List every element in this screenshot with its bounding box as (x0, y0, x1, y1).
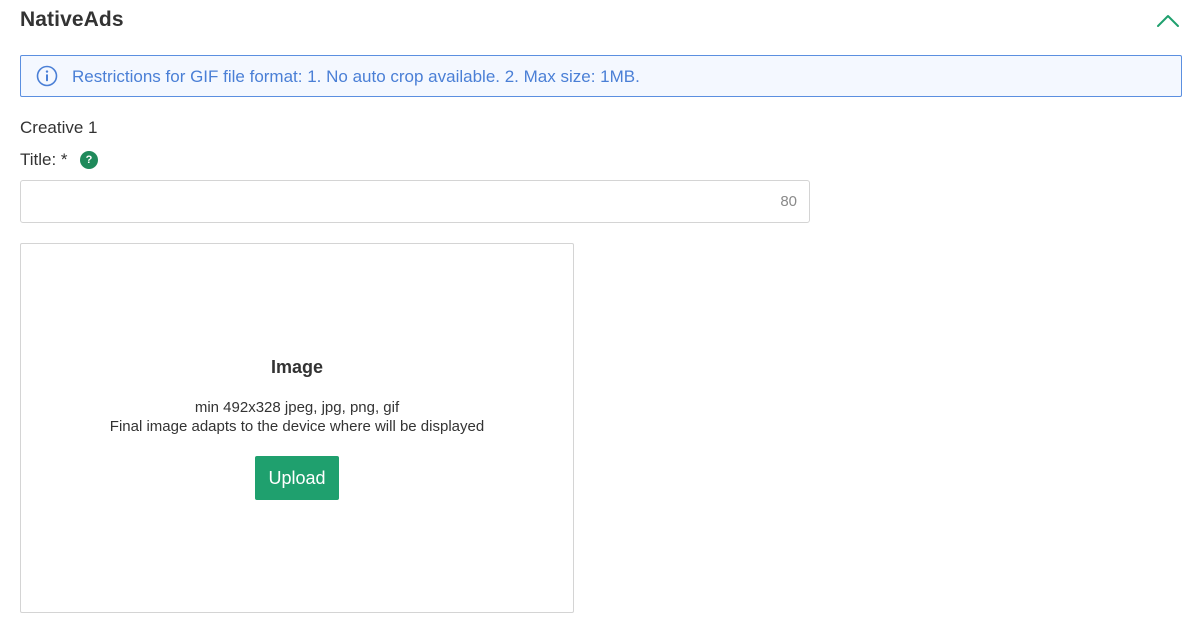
title-label-row: Title: * ? (20, 150, 98, 172)
image-upload-heading: Image (270, 357, 324, 377)
image-format-hint: min 492x328 jpeg, jpg, png, gif (194, 399, 400, 416)
image-adapt-hint: Final image adapts to the device where w… (109, 418, 485, 435)
info-alert: Restrictions for GIF file format: 1. No … (20, 55, 1182, 97)
info-alert-text: Restrictions for GIF file format: 1. No … (72, 67, 640, 86)
title-label: Title: * (20, 150, 68, 169)
section-title: NativeAds (20, 8, 124, 31)
creative-label: Creative 1 (20, 118, 98, 137)
upload-button[interactable]: Upload (255, 456, 339, 500)
title-input-wrapper: 80 (20, 180, 810, 223)
char-counter: 80 (780, 193, 797, 210)
chevron-up-icon (1157, 15, 1179, 27)
title-input[interactable] (21, 181, 761, 222)
image-upload-box[interactable]: Image min 492x328 jpeg, jpg, png, gif Fi… (20, 243, 574, 613)
info-icon (36, 65, 58, 87)
collapse-toggle[interactable] (1154, 10, 1182, 32)
section-header: NativeAds (20, 6, 1182, 38)
help-icon[interactable]: ? (80, 151, 98, 169)
